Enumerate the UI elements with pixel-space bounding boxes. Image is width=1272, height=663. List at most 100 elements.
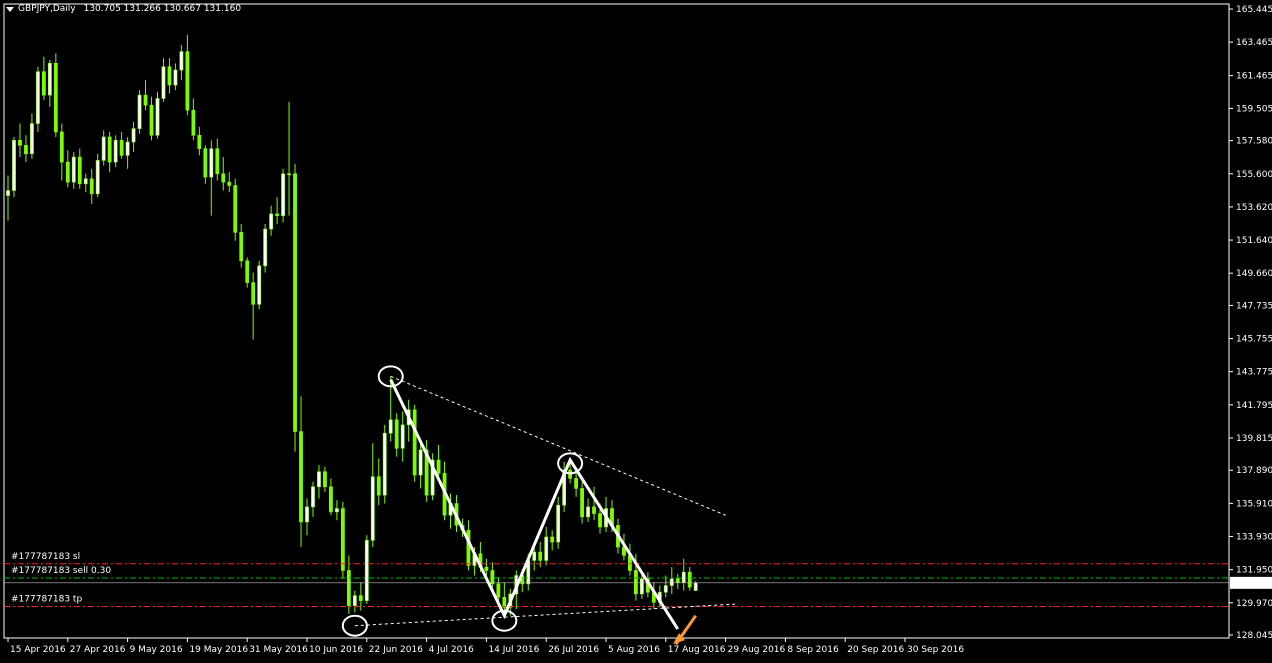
x-tick-label: 19 May 2016 [189,645,248,655]
candle-body [77,156,82,185]
candle-body [693,582,698,591]
candle-body [173,69,178,86]
candle-body [370,476,375,541]
y-tick-label: 145.755 [1236,335,1272,345]
candle-body [675,578,680,583]
candle-body [12,140,16,191]
candle-body [544,536,549,561]
x-tick-label: 17 Aug 2016 [668,645,726,655]
candle-body [496,583,501,598]
candle-body [107,136,112,163]
x-tick-label: 14 Jul 2016 [488,645,539,655]
y-tick-label: 153.620 [1236,203,1272,213]
candle-body [167,66,172,86]
candle-body [364,540,369,601]
order-label: #177787183 sl [11,552,80,562]
candle-body [490,570,495,585]
candle-body [334,508,339,513]
candle-body [18,140,22,146]
y-tick-label: 161.465 [1236,72,1272,82]
candle-body [681,571,686,583]
candle-body [275,213,280,216]
y-tick-label: 128.045 [1236,631,1272,641]
x-tick-label: 8 Sep 2016 [787,645,839,655]
y-tick-label: 137.890 [1236,466,1272,476]
candle-body [639,578,644,595]
y-tick-label: 165.445 [1236,5,1272,15]
x-tick-label: 26 Jul 2016 [548,645,599,655]
candle-body [185,51,190,111]
y-tick-label: 143.775 [1236,368,1272,378]
y-tick-label: 149.660 [1236,269,1272,279]
candle-body [83,178,88,185]
x-tick-label: 4 Jul 2016 [429,645,474,655]
candle-body [65,161,70,183]
candle-body [24,145,28,154]
candle-body [47,63,52,96]
candle-body [317,471,321,488]
candle-body [388,419,393,434]
candle-body [251,282,256,305]
x-tick-label: 27 Apr 2016 [70,645,126,655]
y-tick-label: 147.735 [1236,301,1272,311]
candle-body [263,228,268,267]
candle-body [137,94,142,129]
y-tick-label: 133.930 [1236,532,1272,542]
x-tick-label: 30 Sep 2016 [907,645,964,655]
candle-body [329,486,333,513]
y-tick-label: 135.910 [1236,499,1272,509]
candle-body [89,178,94,195]
candle-body [633,570,638,595]
y-tick-label: 151.640 [1236,236,1272,246]
candle-body [149,104,154,136]
candle-body [340,508,345,571]
candle-body [6,190,10,196]
y-tick-label: 129.970 [1236,599,1272,609]
candle-body [209,148,214,178]
candle-body [101,136,106,161]
support-trendline [354,603,738,627]
candle-body [197,134,202,149]
candle-body [311,486,315,508]
candle-body [669,578,674,586]
candle-body [53,63,58,133]
candle-body [663,585,668,593]
candle-body [35,71,40,124]
price-chart[interactable]: 165.445 163.465 161.465 159.505 157.580 155.6… [0,0,1272,663]
candle-body [293,173,297,432]
x-tick-label: 31 May 2016 [249,645,308,655]
candle-body [155,98,160,136]
candle-body [71,156,76,183]
candle-body [484,566,489,571]
candle-body [346,570,351,606]
candle-body [382,432,387,496]
candle-body [143,94,148,106]
candle-body [502,596,507,608]
y-tick-label: 131.950 [1236,566,1272,576]
y-tick-label: 155.600 [1236,170,1272,180]
candle-body [113,140,118,163]
candle-body [287,173,291,176]
candle-body [161,66,166,99]
candle-body [191,109,196,136]
candle-body [239,232,244,262]
x-tick-label: 10 Jun 2016 [309,645,363,655]
candle-body [687,571,692,588]
candle-body [281,173,285,216]
candle-body [556,504,561,543]
candle-body [574,478,579,489]
candle-body [95,160,100,195]
x-tick-label: 5 Aug 2016 [608,645,660,655]
candle-body [376,476,381,496]
x-tick-label: 29 Aug 2016 [728,645,786,655]
y-tick-label: 157.580 [1236,137,1272,147]
candle-body [418,449,423,476]
candle-body [592,506,596,514]
candle-body [30,123,34,154]
x-tick-label: 15 Apr 2016 [10,645,66,655]
candle-body [550,536,555,543]
candle-body [305,506,309,523]
candle-body [269,213,274,230]
order-label: #177787183 sell 0.30 [11,566,111,576]
candle-body [538,551,543,561]
